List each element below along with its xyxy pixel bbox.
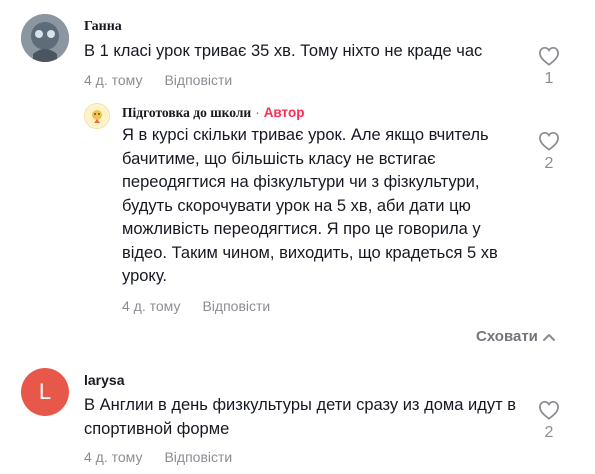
like-count: 1: [544, 70, 554, 87]
like-count: 2: [544, 155, 554, 172]
comment-meta: 4 д. тому Відповісти: [84, 449, 232, 465]
comment-author[interactable]: Ганна: [84, 19, 122, 35]
heart-icon: [539, 131, 559, 151]
reply-button[interactable]: Відповісти: [164, 72, 232, 88]
comment-text: В Англии в день физкультуры дети сразу и…: [84, 396, 516, 438]
reply-meta: 4 д. тому Відповісти: [122, 298, 270, 314]
comment-time: 4 д. тому: [84, 449, 143, 465]
like-button[interactable]: 1: [534, 46, 564, 88]
reply-time: 4 д. тому: [122, 298, 181, 314]
reply-button[interactable]: Відповісти: [164, 449, 232, 465]
comment-text: В 1 класі урок триває 35 хв. Тому ніхто …: [84, 42, 483, 60]
reply-avatar[interactable]: [84, 103, 110, 129]
reply-author-line: Підготовка до школи · Автор: [122, 105, 304, 121]
reply-author[interactable]: Підготовка до школи: [122, 105, 251, 120]
comment-time: 4 д. тому: [84, 72, 143, 88]
like-button[interactable]: 2: [534, 400, 564, 442]
author-badge: Автор: [263, 105, 305, 120]
chevron-up-icon: [542, 334, 555, 342]
comment-meta: 4 д. тому Відповісти: [84, 72, 232, 88]
like-count: 2: [544, 424, 554, 441]
heart-icon: [539, 400, 559, 420]
hide-replies-button[interactable]: Сховати: [476, 328, 556, 345]
avatar-letter: L: [38, 379, 52, 404]
avatar-image: [21, 14, 69, 62]
reply-text: Я в курсі скільки триває урок. Але якщо …: [122, 126, 498, 285]
hide-replies-label: Сховати: [476, 328, 538, 345]
heart-icon: [539, 46, 559, 66]
avatar[interactable]: [21, 14, 69, 62]
like-button[interactable]: 2: [534, 131, 564, 173]
reply-button[interactable]: Відповісти: [202, 298, 270, 314]
avatar[interactable]: L: [21, 368, 69, 416]
comment-author[interactable]: larysa: [84, 372, 124, 388]
school-logo-icon: [86, 105, 108, 127]
badge-separator: ·: [255, 105, 260, 120]
